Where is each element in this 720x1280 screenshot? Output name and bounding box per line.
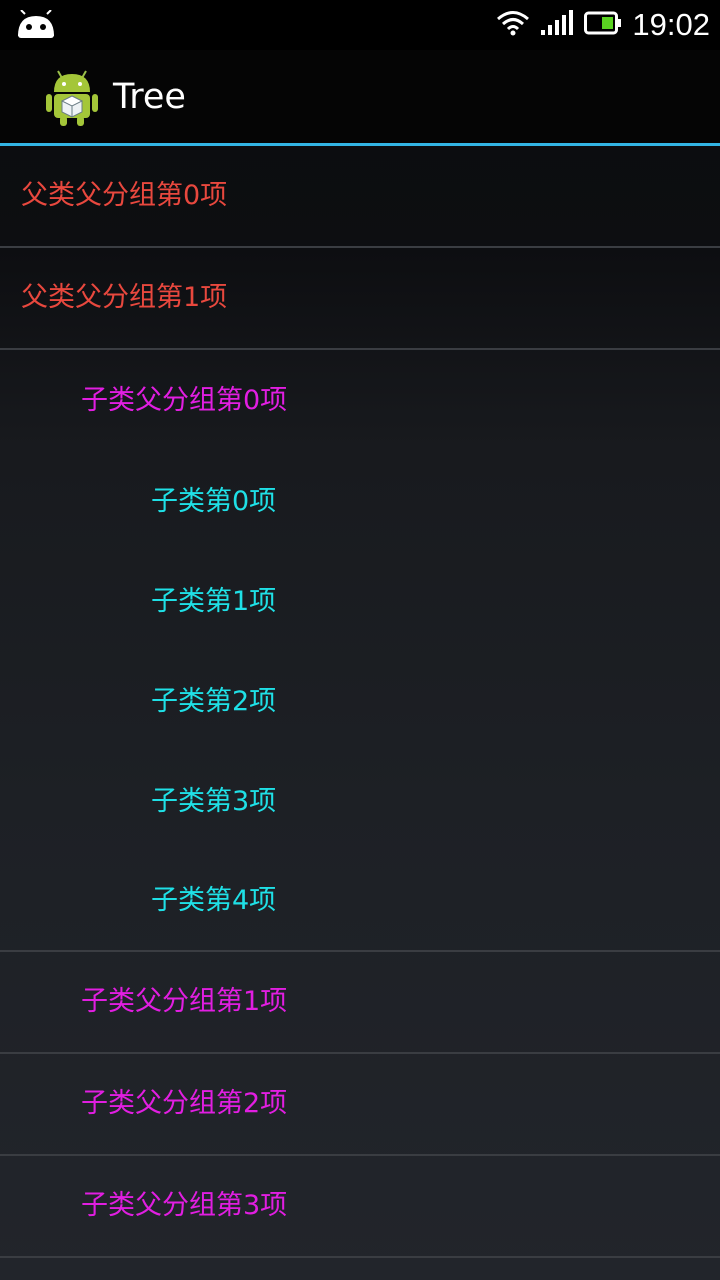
child-group-2[interactable]: 子类父分组第2项 — [0, 1054, 720, 1156]
action-bar: Tree — [0, 50, 720, 146]
child-item-label: 子类第4项 — [151, 885, 277, 916]
battery-icon — [584, 11, 622, 39]
child-item-0[interactable]: 子类第0项 — [0, 452, 720, 552]
child-item-3[interactable]: 子类第3项 — [0, 752, 720, 852]
parent-group-0[interactable]: 父类父分组第0项 — [0, 146, 720, 248]
child-item-label: 子类第3项 — [151, 786, 277, 817]
parent-group-label: 父类父分组第1项 — [21, 282, 228, 313]
child-group-3[interactable]: 子类父分组第3项 — [0, 1156, 720, 1258]
app-title: Tree — [113, 77, 186, 117]
status-bar: 19:02 — [0, 0, 720, 50]
child-item-label: 子类第2项 — [151, 686, 277, 717]
parent-group-1[interactable]: 父类父分组第1项 — [0, 248, 720, 350]
child-item-label: 子类第1项 — [151, 586, 277, 617]
signal-icon — [540, 10, 574, 40]
child-item-label: 子类第0项 — [151, 486, 277, 517]
status-time: 19:02 — [632, 7, 710, 42]
child-group-0[interactable]: 子类父分组第0项 — [0, 350, 720, 452]
child-group-label: 子类父分组第3项 — [81, 1190, 288, 1221]
child-group-label: 子类父分组第0项 — [81, 385, 288, 416]
parent-group-label: 父类父分组第0项 — [21, 180, 228, 211]
child-group-1[interactable]: 子类父分组第1项 — [0, 952, 720, 1054]
child-group-label: 子类父分组第1项 — [81, 986, 288, 1017]
wifi-icon — [496, 10, 530, 40]
android-robot-icon[interactable] — [44, 68, 100, 126]
tree-list: 父类父分组第0项 父类父分组第1项 子类父分组第0项 子类第0项 子类第1项 子… — [0, 146, 720, 1258]
child-item-2[interactable]: 子类第2项 — [0, 652, 720, 752]
child-item-4[interactable]: 子类第4项 — [0, 852, 720, 952]
android-notification-icon — [16, 9, 56, 40]
child-group-label: 子类父分组第2项 — [81, 1088, 288, 1119]
child-item-1[interactable]: 子类第1项 — [0, 552, 720, 652]
